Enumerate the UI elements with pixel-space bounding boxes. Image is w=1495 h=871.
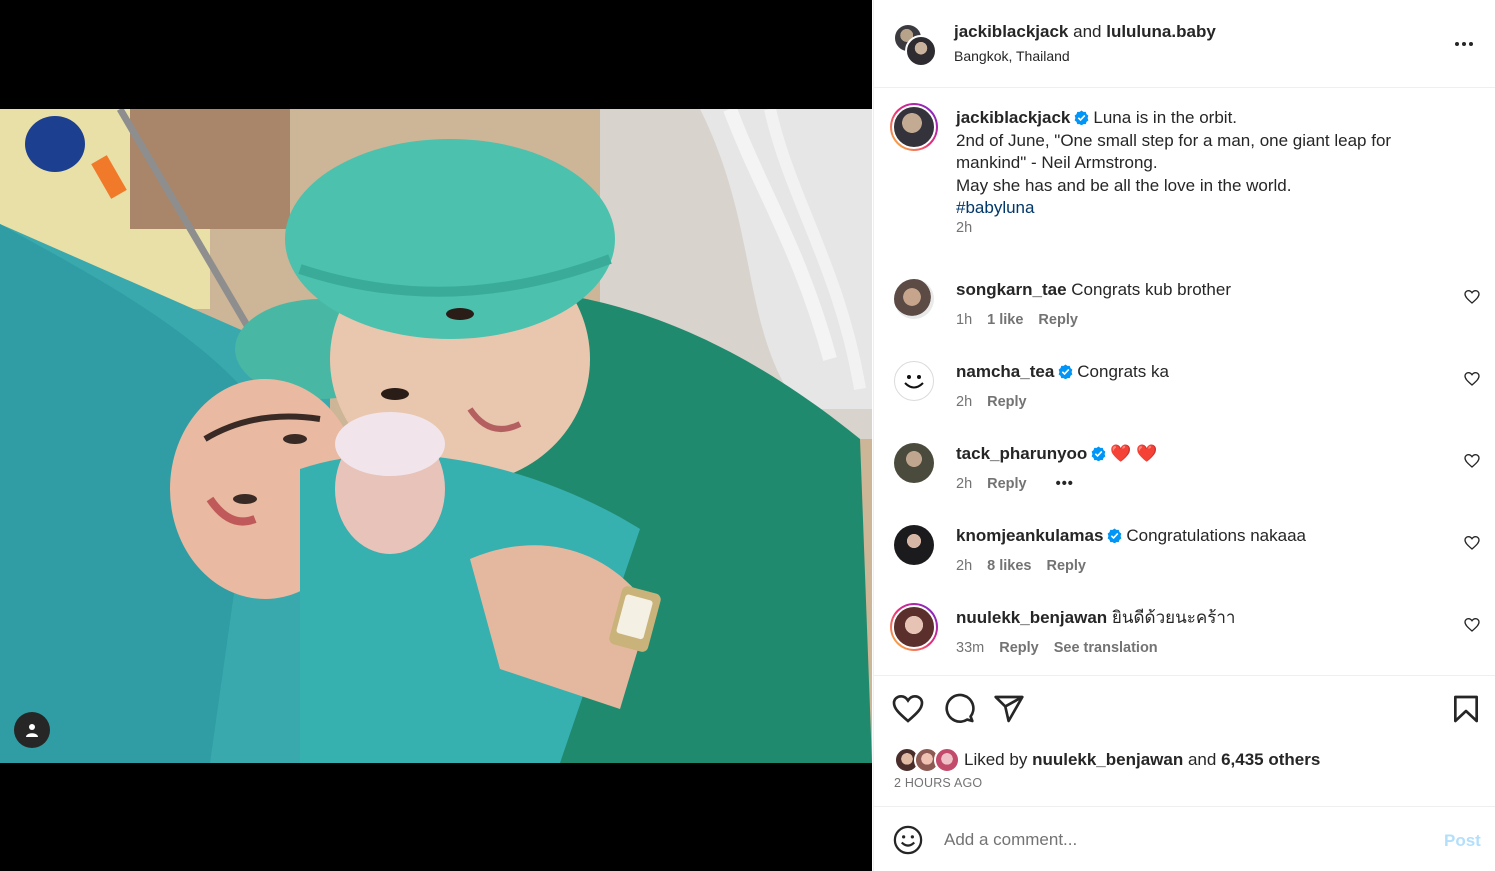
- verified-badge-icon: [1108, 528, 1122, 543]
- reply-button[interactable]: Reply: [987, 394, 1027, 410]
- verified-badge-icon: [1075, 110, 1089, 125]
- caption-time[interactable]: 2h: [956, 220, 972, 236]
- comment-meta: 2h Reply: [956, 394, 1027, 410]
- tagged-users-button[interactable]: [14, 712, 50, 748]
- post-comment-button[interactable]: Post: [1444, 831, 1481, 851]
- caption-line: 2nd of June, "One small step for a man, …: [956, 130, 1392, 173]
- likes-summary: Liked by nuulekk_benjawan and 6,435 othe…: [894, 747, 1320, 773]
- caption-line: May she has and be all the love in the w…: [956, 175, 1292, 195]
- reply-button[interactable]: Reply: [987, 476, 1027, 492]
- liked-by-user[interactable]: nuulekk_benjawan: [1032, 750, 1183, 770]
- reply-button[interactable]: Reply: [1038, 312, 1078, 328]
- comment-username[interactable]: namcha_tea: [956, 362, 1054, 381]
- hashtag-link[interactable]: #babyluna: [956, 198, 1034, 217]
- liked-by-avatars[interactable]: [894, 747, 960, 773]
- reply-button[interactable]: Reply: [999, 640, 1039, 656]
- avatar[interactable]: [894, 361, 934, 401]
- avatar[interactable]: [890, 103, 938, 151]
- comment-item: namcha_tea Congrats ka 2h Reply: [874, 361, 1495, 421]
- user-icon: [26, 724, 38, 737]
- avatar[interactable]: [894, 443, 934, 483]
- see-translation-button[interactable]: See translation: [1054, 640, 1158, 656]
- avatar: [905, 35, 937, 67]
- author-username-2[interactable]: lululuna.baby: [1106, 22, 1216, 41]
- comment-body: Congrats kub brother: [1071, 280, 1231, 299]
- comment-body: ยินดีด้วยนะคร้าา: [1111, 608, 1236, 627]
- comment-meta: 1h 1 like Reply: [956, 312, 1078, 328]
- avatar[interactable]: [890, 603, 938, 651]
- comment-time[interactable]: 2h: [956, 476, 972, 492]
- save-bookmark-icon[interactable]: [1450, 693, 1482, 725]
- verified-badge-icon: [1091, 446, 1106, 461]
- comment-meta: 33m Reply See translation: [956, 640, 1158, 656]
- comment-text: tack_pharunyoo ❤️ ❤️: [956, 443, 1456, 466]
- comment-meta: 2h 8 likes Reply: [956, 558, 1086, 574]
- liked-by-others[interactable]: 6,435 others: [1221, 750, 1320, 770]
- comment-text: songkarn_tae Congrats kub brother: [956, 279, 1456, 302]
- post-timestamp[interactable]: 2 HOURS AGO: [894, 776, 982, 790]
- comment-time[interactable]: 2h: [956, 558, 972, 574]
- comment-username[interactable]: knomjeankulamas: [956, 526, 1103, 545]
- comment-meta: 2h Reply •••: [956, 476, 1074, 492]
- comment-item: tack_pharunyoo ❤️ ❤️ 2h Reply •••: [874, 443, 1495, 503]
- smiley-icon: [904, 375, 924, 389]
- comment-text: knomjeankulamas Congratulations nakaaa: [956, 525, 1456, 548]
- comment-bubble-icon[interactable]: [943, 693, 975, 725]
- liked-by-prefix: Liked by: [964, 750, 1028, 769]
- comment-input[interactable]: [944, 827, 1414, 853]
- like-comment-heart-icon[interactable]: [1464, 453, 1480, 469]
- comment-username[interactable]: tack_pharunyoo: [956, 444, 1087, 463]
- comment-body: Congrats ka: [1077, 362, 1169, 381]
- like-comment-heart-icon[interactable]: [1464, 535, 1480, 551]
- post-media-panel: [0, 0, 872, 871]
- post-details-panel: jackiblackjack and lululuna.baby Bangkok…: [873, 0, 1495, 871]
- collab-avatars[interactable]: [893, 23, 937, 67]
- comment-options-button[interactable]: •••: [1056, 476, 1074, 492]
- avatar[interactable]: [894, 525, 934, 565]
- verified-badge-icon: [1058, 364, 1073, 379]
- comment-time[interactable]: 2h: [956, 394, 972, 410]
- comment-likes[interactable]: 1 like: [987, 312, 1023, 328]
- comment-username[interactable]: songkarn_tae: [956, 280, 1067, 299]
- comment-item: nuulekk_benjawan ยินดีด้วยนะคร้าา 33m Re…: [874, 603, 1495, 667]
- caption: jackiblackjack Luna is in the orbit. 2nd …: [874, 103, 1495, 257]
- caption-meta: 2h: [956, 220, 972, 236]
- liked-by-joiner: and: [1187, 750, 1217, 769]
- post-actions: Liked by nuulekk_benjawan and 6,435 othe…: [874, 675, 1495, 805]
- comments-list[interactable]: jackiblackjack Luna is in the orbit. 2nd …: [874, 89, 1495, 675]
- comment-body: ❤️ ❤️: [1110, 444, 1158, 463]
- like-comment-heart-icon[interactable]: [1464, 289, 1480, 305]
- author-username-1[interactable]: jackiblackjack: [954, 22, 1068, 41]
- photo-illustration: [0, 109, 872, 763]
- comment-time[interactable]: 1h: [956, 312, 972, 328]
- comment-item: knomjeankulamas Congratulations nakaaa 2h…: [874, 525, 1495, 585]
- comment-text: nuulekk_benjawan ยินดีด้วยนะคร้าา: [956, 607, 1456, 630]
- comment-item: songkarn_tae Congrats kub brother 1h 1 l…: [874, 279, 1495, 339]
- comment-body: Congratulations nakaaa: [1126, 526, 1306, 545]
- caption-text: jackiblackjack Luna is in the orbit. 2nd …: [956, 107, 1456, 220]
- like-comment-heart-icon[interactable]: [1464, 617, 1480, 633]
- more-horizontal-icon: [1455, 42, 1473, 46]
- comment-time[interactable]: 33m: [956, 640, 984, 656]
- post-authors: jackiblackjack and lululuna.baby: [954, 22, 1216, 42]
- like-heart-icon[interactable]: [892, 693, 924, 725]
- comment-username[interactable]: nuulekk_benjawan: [956, 608, 1107, 627]
- share-paper-plane-icon[interactable]: [993, 693, 1025, 725]
- caption-line: Luna is in the orbit.: [1093, 108, 1238, 127]
- avatar[interactable]: [894, 279, 934, 319]
- post-photo[interactable]: [0, 109, 872, 763]
- add-comment-bar: Post: [874, 806, 1495, 871]
- post-header: jackiblackjack and lululuna.baby Bangkok…: [874, 0, 1495, 88]
- author-joiner: and: [1073, 22, 1102, 41]
- post-location[interactable]: Bangkok, Thailand: [954, 48, 1070, 64]
- more-options-button[interactable]: [1452, 32, 1476, 56]
- avatar: [934, 747, 960, 773]
- comment-text: namcha_tea Congrats ka: [956, 361, 1456, 384]
- comment-likes[interactable]: 8 likes: [987, 558, 1031, 574]
- reply-button[interactable]: Reply: [1046, 558, 1086, 574]
- like-comment-heart-icon[interactable]: [1464, 371, 1480, 387]
- emoji-icon[interactable]: [893, 825, 923, 855]
- caption-username[interactable]: jackiblackjack: [956, 108, 1070, 127]
